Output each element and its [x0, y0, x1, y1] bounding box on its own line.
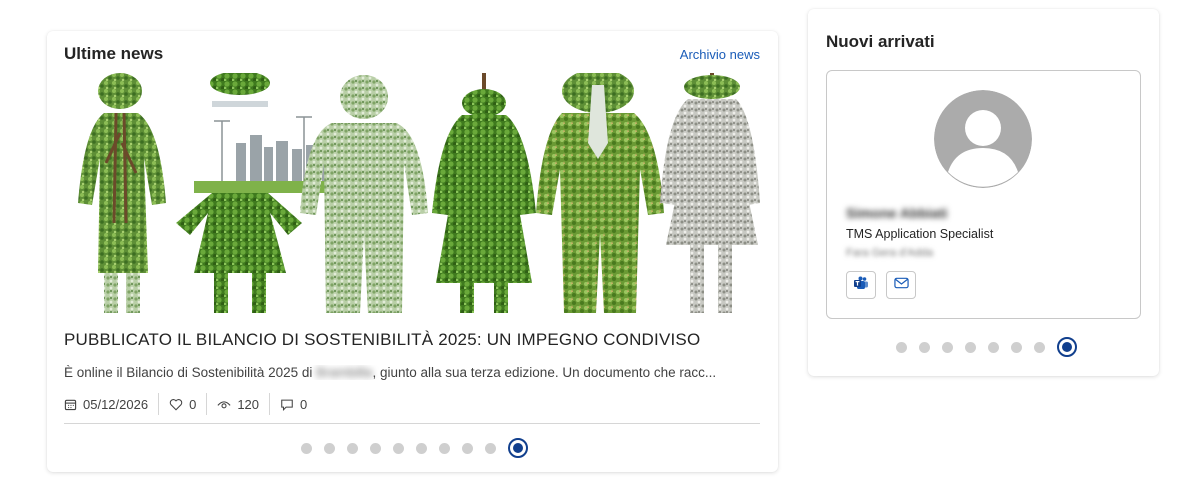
figure-3: [300, 75, 428, 313]
email-button[interactable]: [886, 271, 916, 299]
news-comments[interactable]: 0: [269, 393, 317, 415]
carousel-dot[interactable]: [301, 442, 312, 454]
carousel-dot-active[interactable]: [508, 438, 528, 458]
person-location: Fara Gera d'Adda: [846, 247, 934, 259]
carousel-dot[interactable]: [462, 442, 473, 454]
excerpt-redacted-text: Brambilla: [316, 365, 373, 380]
news-excerpt: È online il Bilancio di Sostenibilità 20…: [64, 365, 764, 380]
mail-icon: [893, 276, 909, 294]
contact-buttons: [846, 271, 916, 299]
figure-6: [660, 73, 760, 313]
teams-icon: [853, 276, 869, 295]
calendar-icon: [64, 398, 77, 411]
figure-4: [432, 73, 536, 313]
excerpt-text-end: , giunto alla sua terza edizione. Un doc…: [372, 365, 717, 380]
news-archive-link[interactable]: Archivio news: [680, 47, 760, 62]
news-comments-count: 0: [300, 396, 308, 412]
avatar: [934, 90, 1032, 188]
carousel-dot[interactable]: [324, 442, 335, 454]
new-arrivals-title: Nuovi arrivati: [826, 32, 935, 51]
carousel-dot[interactable]: [988, 341, 999, 353]
news-meta: 05/12/2026 0 120 0: [64, 393, 317, 415]
news-likes-count: 0: [189, 396, 197, 412]
news-headline[interactable]: PUBBLICATO IL BILANCIO DI SOSTENIBILITÀ …: [64, 330, 700, 350]
new-arrivals-carousel-dots: [896, 337, 1077, 357]
teams-chat-button[interactable]: [846, 271, 876, 299]
person-name[interactable]: Simone Abbiati: [846, 205, 947, 221]
carousel-dot[interactable]: [1034, 341, 1045, 353]
carousel-dot[interactable]: [370, 442, 381, 454]
carousel-dot-active[interactable]: [1057, 337, 1077, 357]
excerpt-text-start: È online il Bilancio di Sostenibilità 20…: [64, 365, 313, 380]
carousel-dot[interactable]: [965, 341, 976, 353]
news-hero-image[interactable]: [64, 73, 760, 313]
carousel-dot[interactable]: [1011, 341, 1022, 353]
carousel-dot[interactable]: [942, 341, 953, 353]
news-likes[interactable]: 0: [158, 393, 206, 415]
news-carousel-dots: [301, 438, 528, 458]
new-arrival-person-card[interactable]: Simone Abbiati TMS Application Specialis…: [826, 70, 1141, 319]
latest-news-card: Ultime news Archivio news PUBBLICATO IL …: [47, 31, 778, 472]
news-date: 05/12/2026: [64, 393, 158, 415]
carousel-dot[interactable]: [347, 442, 358, 454]
news-views: 120: [206, 393, 269, 415]
eye-icon: [217, 399, 231, 410]
heart-icon[interactable]: [169, 398, 183, 411]
news-views-count: 120: [237, 396, 260, 412]
person-role: TMS Application Specialist: [846, 227, 994, 241]
news-divider: [64, 423, 760, 424]
carousel-dot[interactable]: [416, 442, 427, 454]
new-arrivals-card: Nuovi arrivati Simone Abbiati TMS Applic…: [808, 9, 1159, 376]
news-date-value: 05/12/2026: [83, 396, 149, 412]
latest-news-title: Ultime news: [64, 44, 164, 63]
person-silhouette-icon: [934, 90, 1032, 188]
carousel-dot[interactable]: [439, 442, 450, 454]
carousel-dot[interactable]: [896, 341, 907, 353]
carousel-dot[interactable]: [919, 341, 930, 353]
figure-1: [78, 73, 166, 313]
carousel-dot[interactable]: [485, 442, 496, 454]
comment-icon[interactable]: [280, 398, 294, 411]
carousel-dot[interactable]: [393, 442, 404, 454]
figure-5: [536, 73, 664, 313]
